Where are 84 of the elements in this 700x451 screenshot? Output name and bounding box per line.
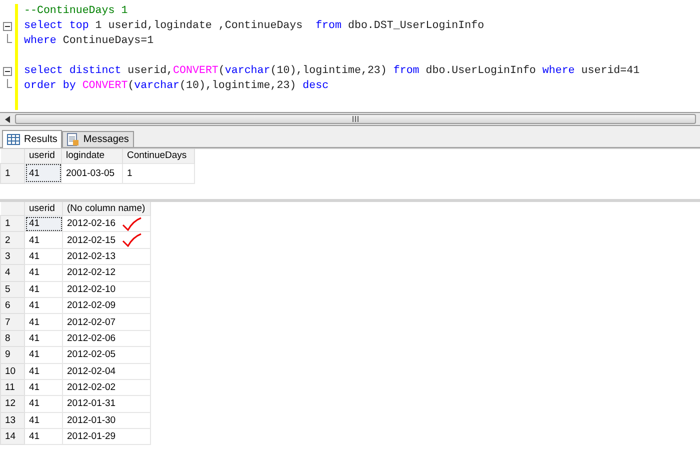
column-header[interactable]: userid (24, 149, 62, 163)
table-cell: 41 (24, 216, 62, 232)
cell-text: 1 (127, 168, 132, 178)
cell-text: 2012-02-07 (67, 316, 116, 328)
table-row[interactable]: 1 41 2001-03-05 1 (0, 163, 194, 183)
code-line: select distinct userid,CONVERT(varchar(10),logintime,23) from dbo.UserLoginInfo where userid=41 (24, 64, 640, 79)
table-row[interactable]: 14 41 2012-01-29 (0, 428, 150, 445)
collapse-icon[interactable] (2, 67, 12, 76)
horizontal-scrollbar[interactable] (0, 112, 700, 126)
code-line: select top 1 userid,logindate ,ContinueDays from dbo.DST_UserLoginInfo (24, 19, 486, 34)
column-header[interactable]: logindate (62, 149, 122, 163)
table-row[interactable]: 2 41 2012-02-15 (0, 232, 150, 248)
table-cell: 41 (24, 264, 62, 282)
fold-line-icon (6, 79, 12, 88)
results-tab[interactable]: Results (2, 130, 62, 148)
row-number[interactable]: 7 (0, 314, 24, 330)
cell-text: 2012-01-31 (67, 398, 116, 410)
results-tab[interactable]: Messages (62, 131, 134, 147)
cell-text: 2012-02-09 (67, 300, 116, 312)
table-cell: 41 (24, 363, 62, 380)
row-number[interactable]: 14 (0, 428, 24, 445)
row-number[interactable]: 1 (0, 163, 24, 183)
scroll-left-icon[interactable] (4, 116, 10, 122)
cell-text: 2012-02-05 (67, 349, 116, 360)
table-cell: 41 (24, 281, 62, 298)
row-number[interactable]: 4 (0, 264, 24, 282)
cell-text: 2012-02-16 (67, 218, 116, 230)
collapse-icon[interactable] (2, 22, 12, 31)
table-row[interactable]: 8 41 2012-02-06 (0, 330, 150, 347)
column-header[interactable]: userid (24, 202, 62, 216)
table-cell: 41 (24, 379, 62, 396)
cell-text: 2012-02-04 (67, 366, 116, 377)
grid-icon (7, 134, 20, 145)
row-number[interactable]: 8 (0, 330, 24, 347)
table-cell: 41 (24, 428, 62, 445)
row-number[interactable]: 13 (0, 412, 24, 429)
cell-text: 2012-01-29 (67, 431, 116, 442)
table-row[interactable]: 5 41 2012-02-10 (0, 281, 150, 298)
cell-text: 2012-02-15 (67, 234, 116, 246)
document-icon (67, 133, 80, 146)
cell-text: 2012-02-10 (67, 284, 116, 295)
table-row[interactable]: 9 41 2012-02-05 (0, 346, 150, 364)
table-row[interactable]: 4 41 2012-02-12 (0, 264, 150, 282)
fold-line-icon (6, 34, 12, 43)
column-header[interactable]: (No column name) (62, 202, 150, 216)
cell-text: 2012-02-12 (67, 267, 116, 278)
checkmark-drawing (122, 216, 142, 231)
table-cell: 2001-03-05 (62, 163, 122, 183)
code-line: where ContinueDays=1 (24, 34, 155, 49)
cell-text: 2012-02-13 (67, 250, 116, 262)
table-row[interactable]: 11 41 2012-02-02 (0, 379, 150, 396)
table-cell: 41 (24, 248, 62, 265)
table-row[interactable]: 1 41 2012-02-16 (0, 216, 150, 232)
table-cell: 41 (24, 396, 62, 412)
table-row[interactable]: 7 41 2012-02-07 (0, 314, 150, 330)
row-number[interactable]: 1 (0, 216, 24, 232)
table-cell: 41 (24, 232, 62, 248)
row-number[interactable]: 6 (0, 297, 24, 314)
table-row[interactable]: 3 41 2012-02-13 (0, 248, 150, 265)
row-number[interactable]: 12 (0, 396, 24, 412)
row-number[interactable]: 2 (0, 232, 24, 248)
column-header[interactable]: ContinueDays (122, 149, 194, 163)
code-line: --ContinueDays 1 (24, 4, 129, 19)
checkmark-drawing (122, 233, 142, 248)
table-row[interactable]: 13 41 2012-01-30 (0, 412, 150, 429)
row-number[interactable]: 10 (0, 363, 24, 380)
table-row[interactable]: 10 41 2012-02-04 (0, 363, 150, 380)
table-row[interactable]: 12 41 2012-01-31 (0, 396, 150, 412)
table-row[interactable]: 6 41 2012-02-09 (0, 297, 150, 314)
table-cell: 41 (24, 297, 62, 314)
row-number[interactable]: 11 (0, 379, 24, 396)
row-number[interactable]: 3 (0, 248, 24, 265)
table-cell: 41 (24, 346, 62, 364)
cell-text: 2012-02-06 (67, 332, 116, 344)
cell-text: 2012-02-02 (67, 382, 116, 394)
table-cell: 41 (24, 163, 62, 183)
row-number[interactable]: 5 (0, 281, 24, 298)
cell-text: 2012-01-30 (67, 414, 116, 426)
table-cell: 41 (24, 330, 62, 347)
table-cell: 41 (24, 314, 62, 330)
row-number[interactable]: 9 (0, 346, 24, 364)
grip-icon[interactable] (352, 116, 359, 122)
code-line: order by CONVERT(varchar(10),logintime,23) desc (24, 79, 330, 94)
table-cell: 41 (24, 412, 62, 429)
